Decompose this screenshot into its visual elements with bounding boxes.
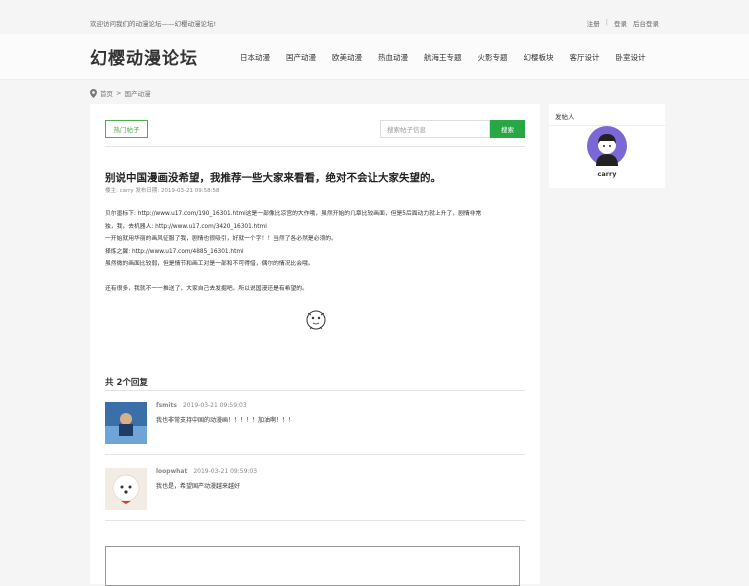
main-nav: 日本动漫 国产动漫 欧美动漫 热血动漫 航海王专题 火影专题 幻樱板块 客厅设计… [240, 52, 662, 63]
nav-item[interactable]: 国产动漫 [286, 52, 316, 63]
reply-time: 2019-03-21 09:59:03 [193, 468, 258, 475]
nav-item[interactable]: 火影专题 [478, 52, 508, 63]
divider [105, 454, 525, 455]
reply-text: 我也是，希望国产动漫越来越好 [156, 483, 241, 490]
post-line: 贝尔墨标下: http://www.u17.com/190_16301.html… [105, 211, 482, 217]
hot-posts-button[interactable]: 热门帖子 [105, 120, 148, 138]
admin-login-link[interactable]: 后台登录 [633, 18, 659, 28]
breadcrumb: 首页 > 国产动漫 [90, 88, 150, 98]
nav-item[interactable]: 日本动漫 [240, 52, 270, 63]
post-meta: 楼主: carry 发布日期: 2019-03-21 09:58:58 [105, 188, 220, 194]
reply-text: 我也非常支持中国的动漫画！！！！！加油啊！！！ [156, 417, 295, 424]
reply-count: 共 2个回复 [105, 378, 148, 388]
reply-header: loopwhat 2019-03-21 09:59:03 [156, 468, 257, 475]
post-body: 贝尔墨标下: http://www.u17.com/190_16301.html… [105, 208, 525, 296]
login-link[interactable]: 登录 [614, 18, 627, 28]
post-line: 一开始就用华丽的画风征服了我，剧情也很吸引，好就一个字！！当然了各必然是必须的。 [105, 236, 337, 242]
post-line: 还有很多，我就不一一推送了，大家自己去发掘吧。所以说国漫还是有希望的。 [105, 286, 308, 292]
top-separator: | [605, 18, 608, 26]
search-input[interactable]: 搜索帖子信息 [380, 120, 490, 138]
author-card-title: 发帖人 [555, 113, 575, 121]
top-bar: 欢迎访问我们的动漫论坛——幻樱动漫论坛! 注册 | 登录 后台登录 [0, 0, 749, 34]
nav-item[interactable]: 卧室设计 [616, 52, 646, 63]
author-avatar[interactable] [587, 126, 627, 166]
nav-item[interactable]: 客厅设计 [570, 52, 600, 63]
post-line: 虽然微的画面比较弱，但是情节和画工对是一部和不可得惜，偶尔的情况比会哦。 [105, 261, 314, 267]
reply-user[interactable]: fsmits [156, 402, 177, 409]
reply-editor[interactable] [105, 546, 520, 586]
nav-item[interactable]: 航海王专题 [424, 52, 462, 63]
reply-time: 2019-03-21 09:59:03 [182, 402, 247, 409]
post-line: 择炼之翼: http://www.u17.com/4885_16301.html [105, 248, 244, 255]
nav-item[interactable]: 热血动漫 [378, 52, 408, 63]
divider [105, 520, 525, 521]
site-logo[interactable]: 幻樱动漫论坛 [90, 44, 198, 69]
breadcrumb-separator: > [116, 89, 122, 97]
top-links: 注册 | 登录 后台登录 [587, 18, 659, 28]
cartoon-sticker-icon [306, 310, 326, 330]
site-header: 幻樱动漫论坛 日本动漫 国产动漫 欧美动漫 热血动漫 航海王专题 火影专题 幻樱… [0, 34, 749, 80]
author-card: 发帖人 carry [549, 104, 665, 188]
breadcrumb-current[interactable]: 国产动漫 [124, 88, 150, 98]
reply-avatar [105, 402, 147, 444]
register-link[interactable]: 注册 [587, 18, 600, 28]
post-title: 别说中国漫画没希望，我推荐一些大家来看看，绝对不会让大家失望的。 [105, 172, 441, 184]
search-button[interactable]: 搜索 [490, 120, 525, 138]
divider [105, 390, 525, 391]
post-line: 独，我，去机器人: http://www.u17.com/3420_16301.… [105, 223, 267, 230]
post-panel: 热门帖子 搜索帖子信息 搜索 别说中国漫画没希望，我推荐一些大家来看看，绝对不会… [90, 104, 540, 586]
breadcrumb-home[interactable]: 首页 [100, 88, 113, 98]
author-name[interactable]: carry [549, 170, 665, 178]
post-line [105, 271, 525, 284]
reply-user[interactable]: loopwhat [156, 468, 187, 475]
divider [105, 146, 525, 147]
reply-header: fsmits 2019-03-21 09:59:03 [156, 402, 247, 409]
welcome-text: 欢迎访问我们的动漫论坛——幻樱动漫论坛! [90, 20, 217, 28]
nav-item[interactable]: 幻樱板块 [524, 52, 554, 63]
nav-item[interactable]: 欧美动漫 [332, 52, 362, 63]
reply-avatar [105, 468, 147, 510]
location-pin-icon [90, 88, 97, 98]
